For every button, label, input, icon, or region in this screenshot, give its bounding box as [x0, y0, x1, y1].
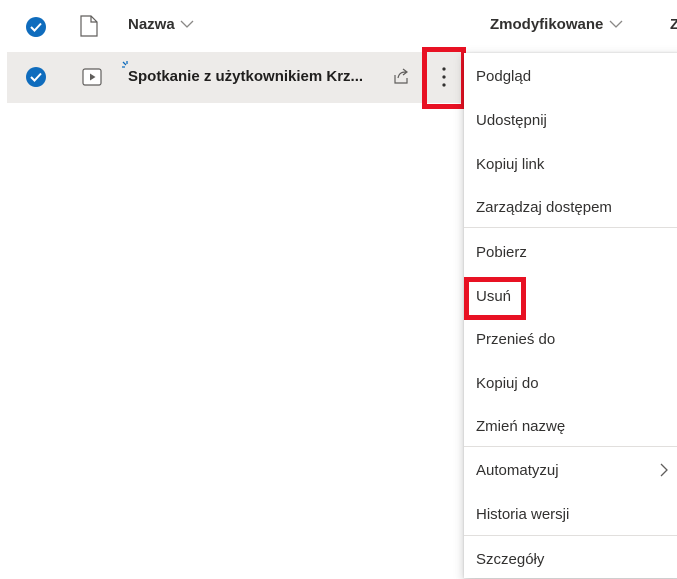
column-name-label: Nazwa: [128, 16, 175, 33]
menu-item-share[interactable]: Udostępnij: [464, 100, 677, 140]
menu-divider: [464, 446, 677, 447]
menu-divider: [464, 535, 677, 536]
select-all-checkbox[interactable]: [26, 17, 46, 37]
menu-item-copy-to[interactable]: Kopiuj do: [464, 363, 677, 403]
menu-item-version-history[interactable]: Historia wersji: [464, 494, 677, 534]
menu-item-copy-link[interactable]: Kopiuj link: [464, 144, 677, 184]
menu-item-preview[interactable]: Podgląd: [464, 56, 677, 96]
column-header-name[interactable]: Nazwa: [128, 16, 194, 33]
menu-item-automate-label: Automatyzuj: [476, 461, 559, 479]
column-modified-label: Zmodyfikowane: [490, 16, 604, 33]
file-type-icon[interactable]: [80, 15, 98, 42]
delete-item-highlight: [464, 277, 526, 320]
menu-item-rename[interactable]: Zmień nazwę: [464, 406, 677, 446]
menu-item-details[interactable]: Szczegóły: [464, 539, 677, 579]
menu-item-download[interactable]: Pobierz: [464, 232, 677, 272]
menu-item-automate[interactable]: Automatyzuj: [464, 450, 677, 490]
document-icon: [80, 15, 98, 37]
menu-item-move-to[interactable]: Przenieś do: [464, 319, 677, 359]
row-checkbox[interactable]: [26, 67, 46, 87]
chevron-down-icon: [609, 20, 623, 28]
video-file-icon: [82, 68, 102, 91]
file-name-link[interactable]: Spotkanie z użytkownikiem Krz...: [128, 68, 363, 85]
column-header-modified[interactable]: Zmodyfikowane: [490, 16, 623, 33]
table-row[interactable]: Spotkanie z użytkownikiem Krz...: [7, 52, 464, 103]
menu-item-manage-access[interactable]: Zarządzaj dostępem: [464, 187, 677, 227]
menu-divider: [464, 227, 677, 228]
list-header: Nazwa Zmodyfikowane Z: [0, 0, 677, 50]
chevron-down-icon: [180, 20, 194, 28]
share-icon[interactable]: [392, 67, 410, 90]
more-actions-button[interactable]: [438, 64, 450, 90]
more-vertical-icon: [442, 67, 446, 87]
chevron-right-icon: [660, 463, 668, 482]
checkmark-icon: [30, 22, 42, 32]
column-header-modified-by[interactable]: Z: [670, 16, 677, 33]
checkmark-icon: [30, 72, 42, 82]
